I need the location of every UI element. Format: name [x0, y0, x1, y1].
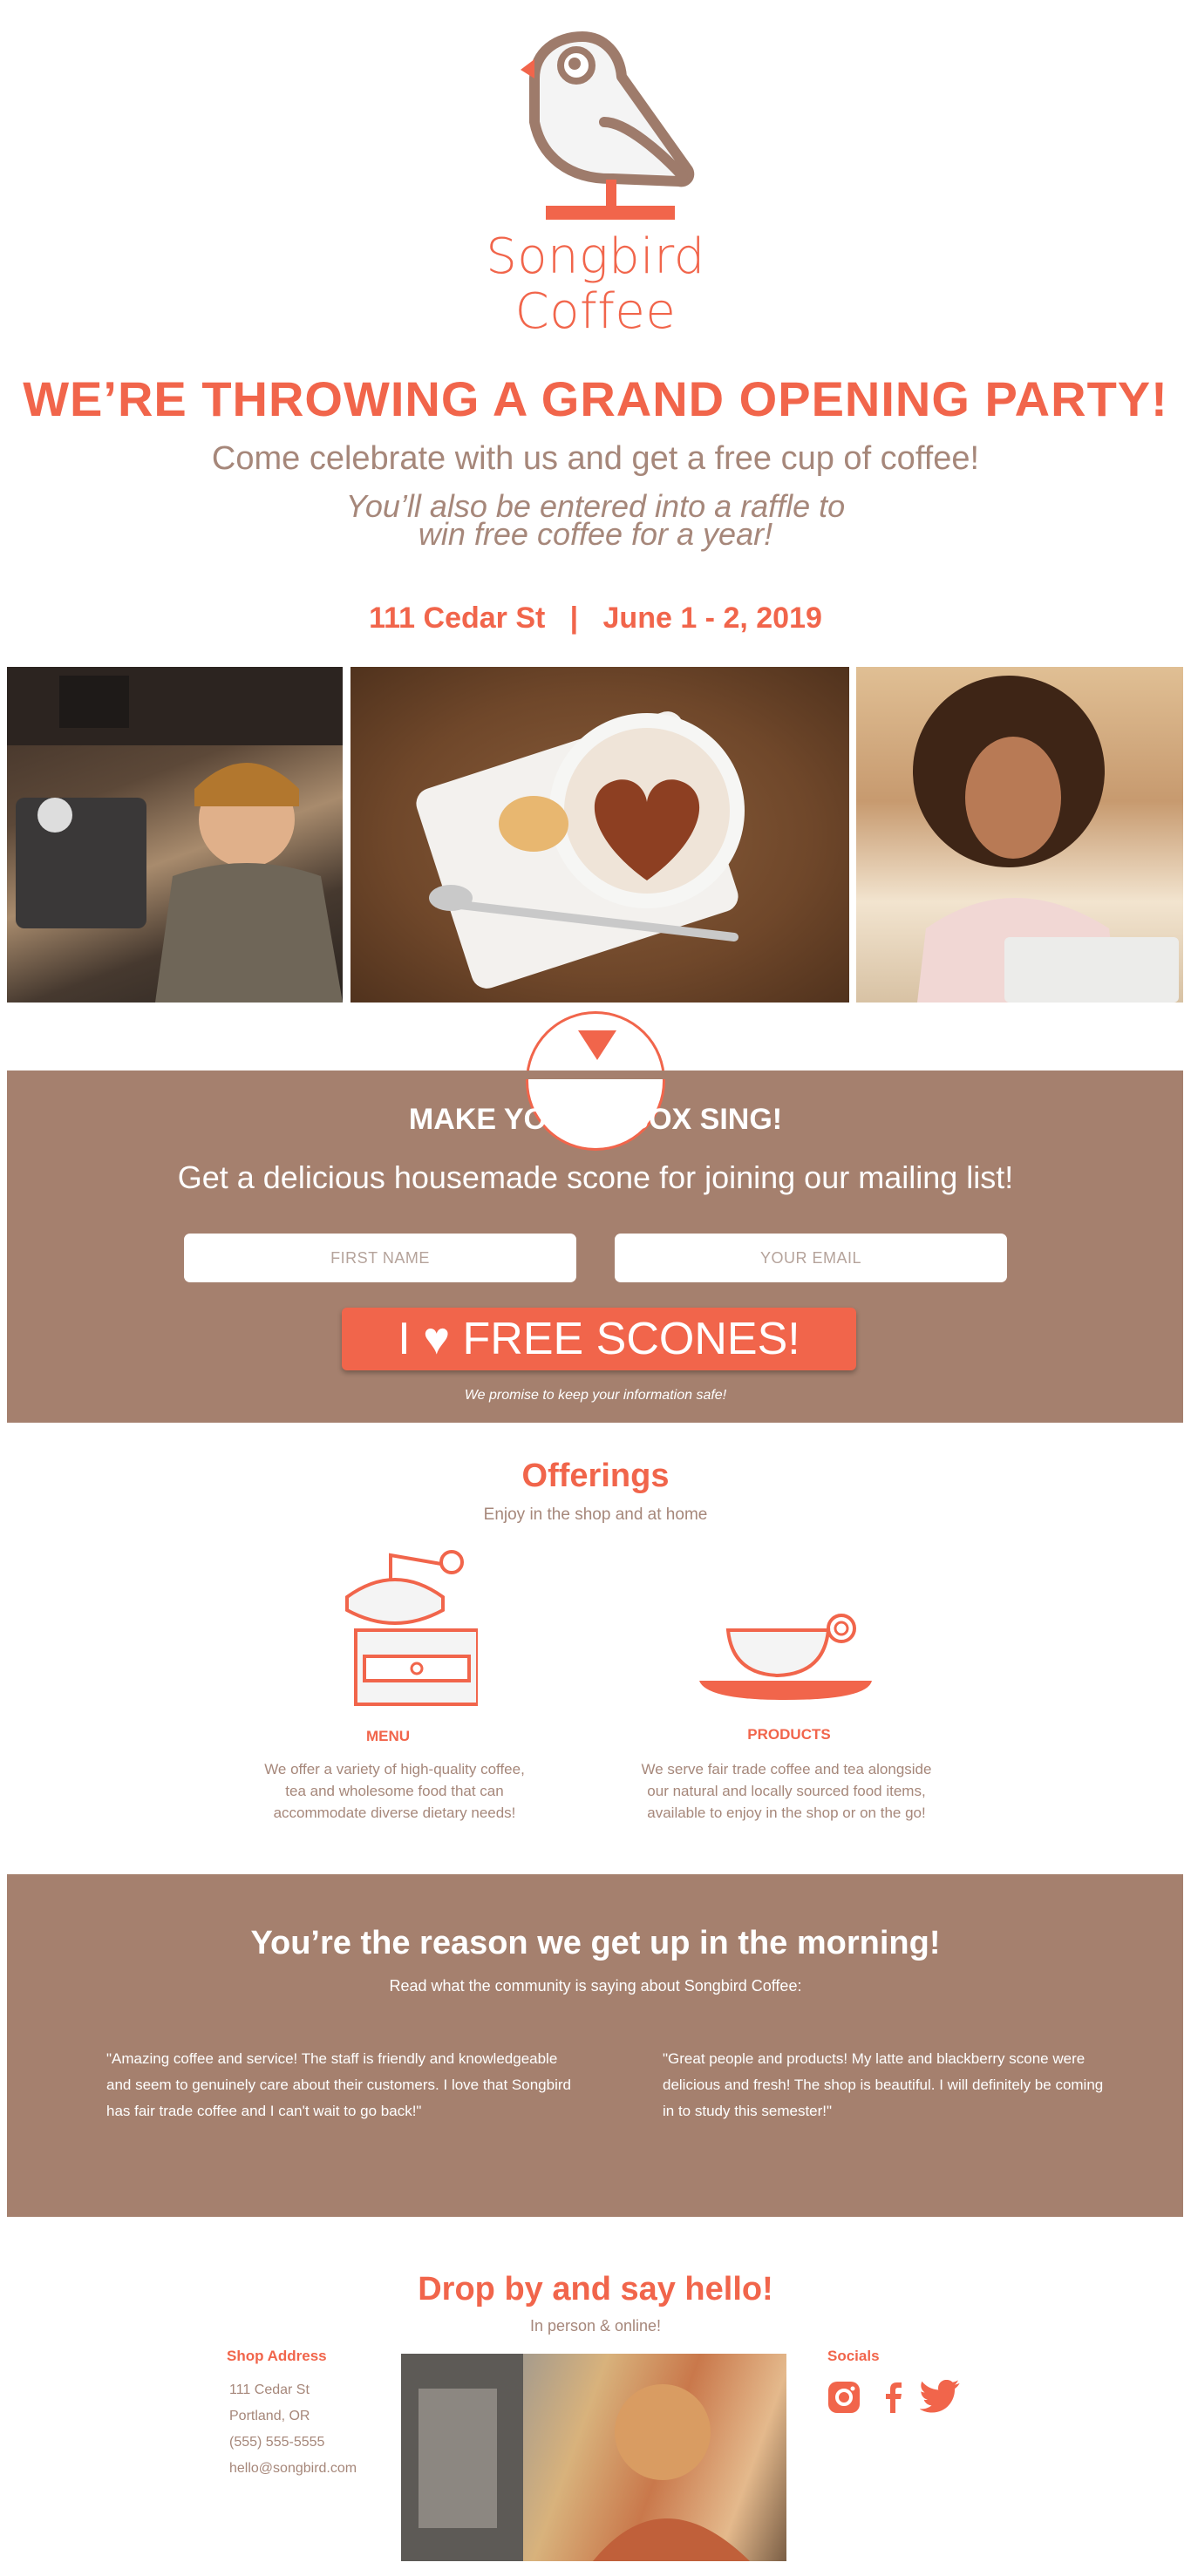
- newsletter-text: Get a delicious housemade scone for join…: [177, 1159, 1014, 1195]
- raffle-text-line2: win free coffee for a year!: [418, 516, 773, 552]
- email-input[interactable]: [615, 1234, 1007, 1282]
- facebook-icon[interactable]: [876, 2380, 911, 2415]
- barista-photo: [7, 667, 343, 1003]
- contact-subtitle: In person & online!: [529, 2317, 662, 2335]
- testimonials-title: You’re the reason we get up in the morni…: [250, 1925, 941, 1961]
- contact-title: Drop by and say hello!: [418, 2271, 773, 2308]
- coffee-grinder-icon: [345, 1550, 478, 1706]
- newsletter-title: MAKE YOUR INBOX SING!: [408, 1103, 783, 1136]
- coffee-cup-icon: [699, 1614, 872, 1700]
- event-info: 111 Cedar St | June 1 - 2, 2019: [369, 602, 822, 635]
- woman-with-laptop-photo: [856, 667, 1183, 1003]
- brand-name-line2: Coffee: [514, 283, 677, 340]
- address-street: 111 Cedar St: [229, 2382, 310, 2397]
- first-name-input[interactable]: [184, 1234, 576, 1282]
- email-link[interactable]: hello@songbird.com: [229, 2461, 357, 2477]
- subscribe-button[interactable]: I ♥ FREE SCONES!: [342, 1308, 856, 1370]
- coffee-shop-photo: [401, 2354, 786, 2561]
- menu-description: We offer a variety of high-quality coffe…: [264, 1761, 525, 1821]
- testimonial-quote: "Amazing coffee and service! The staff i…: [106, 2050, 571, 2119]
- address-city: Portland, OR: [229, 2409, 310, 2423]
- hero-subhead: Come celebrate with us and get a free cu…: [211, 440, 980, 477]
- chevron-down-icon: [578, 1030, 616, 1060]
- songbird-logo: [521, 31, 695, 220]
- hero-headline: WE’RE THROWING A GRAND OPENING PARTY!: [23, 371, 1168, 426]
- instagram-icon[interactable]: [827, 2380, 861, 2415]
- brand-name-line1: Songbird: [486, 228, 705, 285]
- menu-label: MENU: [365, 1728, 411, 1744]
- socials-heading: Socials: [827, 2348, 880, 2364]
- phone-link[interactable]: (555) 555-5555: [229, 2435, 324, 2450]
- testimonials-subtitle: Read what the community is saying about …: [389, 1977, 802, 1995]
- offerings-subtitle: Enjoy in the shop and at home: [483, 1505, 708, 1524]
- twitter-icon[interactable]: [920, 2380, 962, 2415]
- privacy-note: We promise to keep your information safe…: [464, 1388, 727, 1403]
- offerings-title: Offerings: [521, 1458, 670, 1494]
- testimonial-quote: "Great people and products! My latte and…: [663, 2050, 1104, 2119]
- address-heading: Shop Address: [227, 2348, 327, 2364]
- products-label: PRODUCTS: [747, 1726, 831, 1743]
- products-description: We serve fair trade coffee and tea along…: [641, 1761, 932, 1821]
- latte-photo: [350, 667, 849, 1003]
